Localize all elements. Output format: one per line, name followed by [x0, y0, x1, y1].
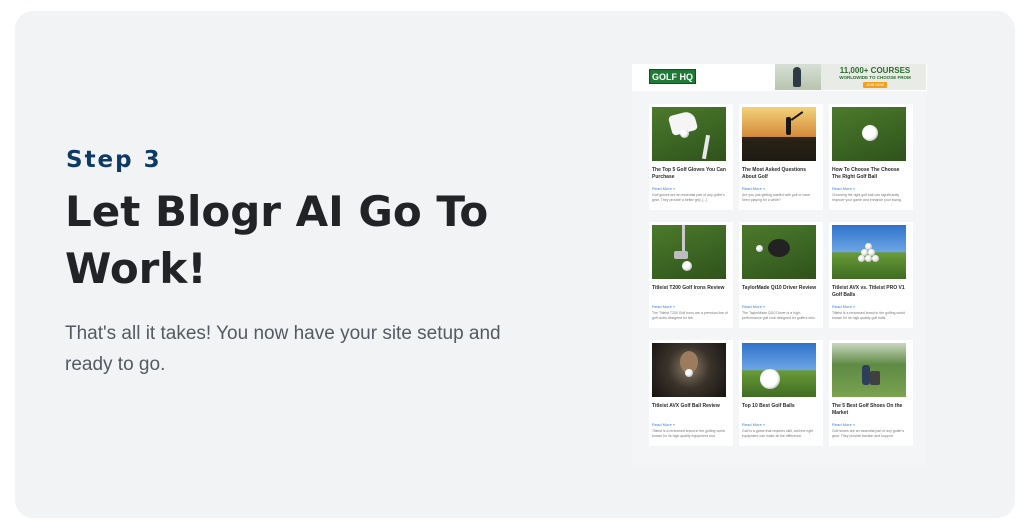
banner-title: 11,000+ COURSES: [839, 66, 911, 75]
golf-balls-pyramid-image[interactable]: [832, 225, 906, 279]
golfer-icon: [775, 64, 821, 90]
read-more-link[interactable]: Read More »: [652, 186, 675, 191]
post-card[interactable]: How To Choose The Choose The Right Golf …: [829, 104, 913, 210]
post-excerpt: Choosing the right golf ball can signifi…: [832, 193, 902, 202]
post-title[interactable]: TaylorMade Qi10 Driver Review: [742, 285, 818, 292]
read-more-link[interactable]: Read More »: [832, 304, 855, 309]
banner-subtitle: WORLDWIDE TO CHOOSE FROM: [839, 75, 911, 80]
golf-club-image[interactable]: [652, 225, 726, 279]
post-title[interactable]: How To Choose The Choose The Right Golf …: [832, 167, 908, 181]
post-grid: The Top 5 Golf Gloves You Can Purchase R…: [649, 104, 913, 446]
read-more-link[interactable]: Read More »: [832, 186, 855, 191]
site-preview: GOLF HQ 11,000+ COURSES WORLDWIDE TO CHO…: [632, 64, 927, 467]
post-title[interactable]: The Most Asked Questions About Golf: [742, 167, 818, 181]
golfer-walking-image[interactable]: [832, 343, 906, 397]
post-title[interactable]: Top 10 Best Golf Balls: [742, 403, 818, 410]
feature-card: Step 3 Let Blogr AI Go To Work! That's a…: [15, 11, 1015, 518]
golfer-holding-ball-image[interactable]: [652, 343, 726, 397]
post-card[interactable]: Titleist T200 Golf Irons Review Read Mor…: [649, 222, 733, 328]
golfer-sunset-image[interactable]: [742, 107, 816, 161]
post-card[interactable]: Titleist AVX vs. Titleist PRO V1 Golf Ba…: [829, 222, 913, 328]
banner-button[interactable]: JOIN NOW: [863, 82, 887, 88]
ad-banner[interactable]: 11,000+ COURSES WORLDWIDE TO CHOOSE FROM…: [775, 64, 926, 90]
read-more-link[interactable]: Read More »: [832, 422, 855, 427]
golf-ball-image[interactable]: [832, 107, 906, 161]
post-excerpt: Are you just getting started with golf o…: [742, 193, 811, 202]
post-excerpt: The TaylorMade Qi10 Driver is a high-per…: [742, 311, 815, 320]
post-card[interactable]: Top 10 Best Golf Balls Read More » Golf …: [739, 340, 823, 446]
read-more-link[interactable]: Read More »: [742, 186, 765, 191]
post-card[interactable]: Titleist AVX Golf Ball Review Read More …: [649, 340, 733, 446]
post-excerpt: Golf is a game that requires skill, and …: [742, 429, 814, 438]
post-title[interactable]: Titleist AVX Golf Ball Review: [652, 403, 728, 410]
read-more-link[interactable]: Read More »: [652, 304, 675, 309]
site-header: GOLF HQ 11,000+ COURSES WORLDWIDE TO CHO…: [632, 64, 927, 91]
read-more-link[interactable]: Read More »: [742, 422, 765, 427]
read-more-link[interactable]: Read More »: [742, 304, 765, 309]
golf-ball-course-image[interactable]: [742, 343, 816, 397]
post-card[interactable]: TaylorMade Qi10 Driver Review Read More …: [739, 222, 823, 328]
site-logo[interactable]: GOLF HQ: [649, 69, 696, 84]
post-excerpt: Golf shoes are an essential part of any …: [832, 429, 905, 438]
post-excerpt: Titleist is a renowned brand in the golf…: [832, 311, 905, 320]
post-title[interactable]: Titleist T200 Golf Irons Review: [652, 285, 728, 292]
post-title[interactable]: Titleist AVX vs. Titleist PRO V1 Golf Ba…: [832, 285, 908, 299]
golf-glove-image[interactable]: [652, 107, 726, 161]
step-label: Step 3: [66, 147, 162, 173]
post-title[interactable]: The 5 Best Golf Shoes On the Market: [832, 403, 908, 417]
page-title: Let Blogr AI Go To Work!: [65, 187, 489, 293]
post-card[interactable]: The Most Asked Questions About Golf Read…: [739, 104, 823, 210]
post-excerpt: The Titleist T200 Golf Irons are a premi…: [652, 311, 728, 320]
post-card[interactable]: The 5 Best Golf Shoes On the Market Read…: [829, 340, 913, 446]
golf-driver-image[interactable]: [742, 225, 816, 279]
description: That's all it takes! You now have your s…: [65, 323, 501, 375]
post-card[interactable]: The Top 5 Golf Gloves You Can Purchase R…: [649, 104, 733, 210]
read-more-link[interactable]: Read More »: [652, 422, 675, 427]
post-title[interactable]: The Top 5 Golf Gloves You Can Purchase: [652, 167, 728, 181]
post-excerpt: Titleist is a renowned brand in the golf…: [652, 429, 725, 438]
post-excerpt: Golf gloves are an essential part of any…: [652, 193, 725, 202]
